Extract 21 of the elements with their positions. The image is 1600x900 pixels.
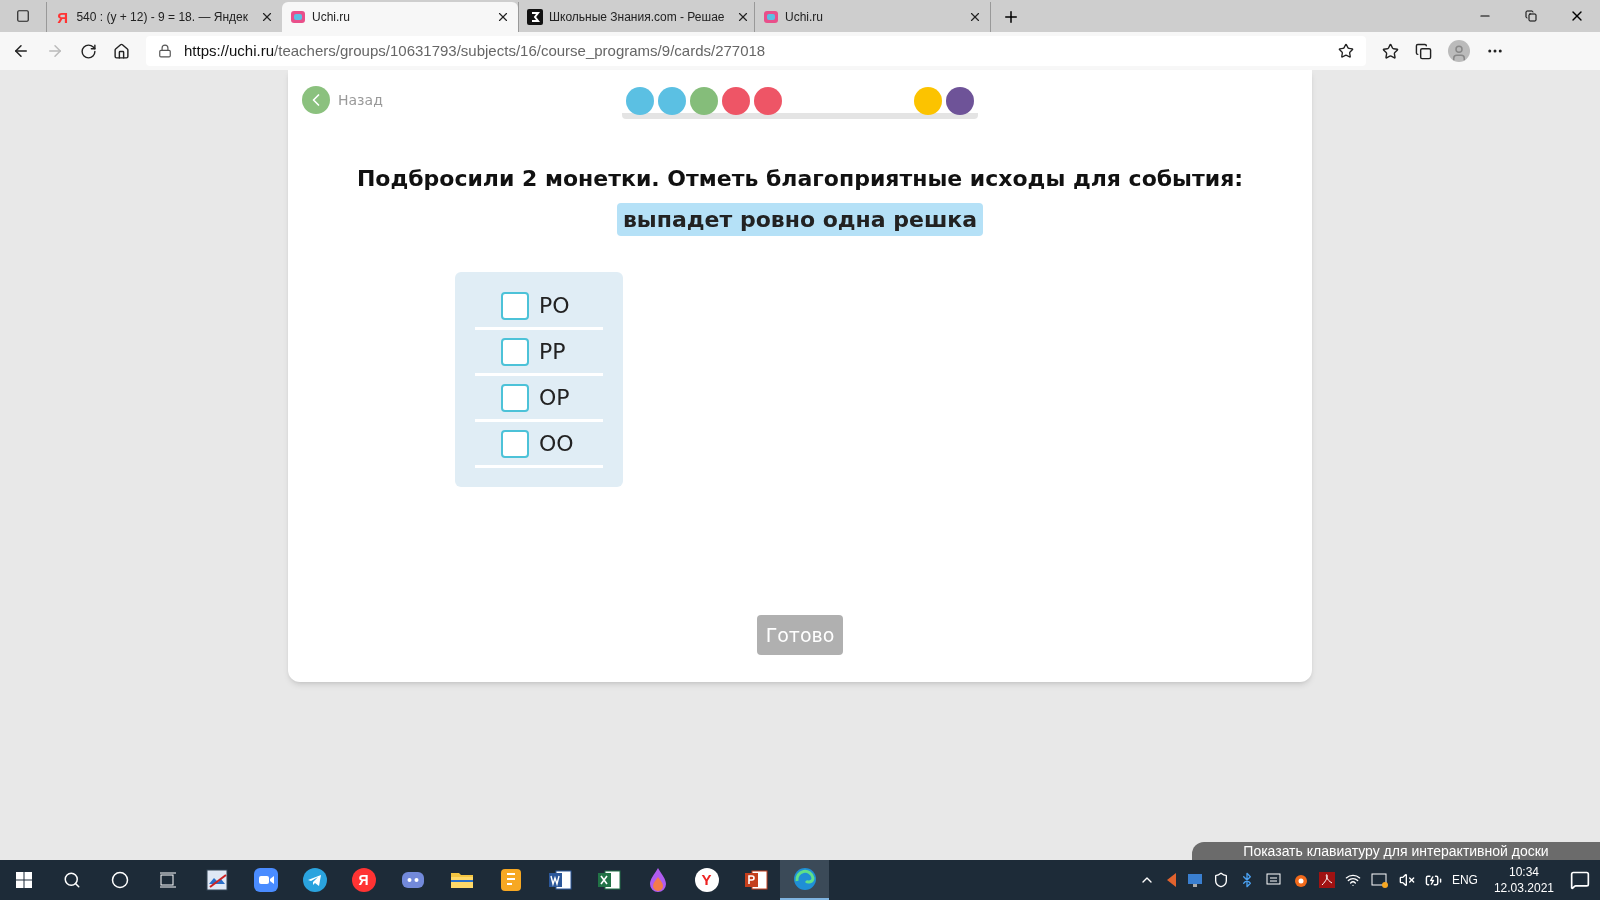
- tab-title: Школьные Знания.com - Решае: [549, 9, 725, 26]
- option-label: РО: [539, 292, 570, 320]
- keyboard-hint-tab[interactable]: Показать клавиатуру для интерактивной доски: [1192, 842, 1600, 860]
- language-indicator[interactable]: ENG: [1451, 871, 1478, 889]
- tab-title: 540 : (y + 12) - 9 = 18. — Яндек: [76, 9, 248, 26]
- taskbar-app[interactable]: Y: [682, 860, 731, 900]
- option-label: ОР: [539, 384, 570, 412]
- tab-title: Uchi.ru: [312, 9, 350, 26]
- option-label: ОО: [539, 430, 574, 458]
- event-highlight: выпадет ровно одна решка: [616, 203, 984, 236]
- y-browser-icon[interactable]: Y: [694, 868, 719, 892]
- option-label: РР: [539, 338, 566, 366]
- yandex-logo-icon: Я: [55, 9, 71, 25]
- clock[interactable]: 10:34 12.03.2021: [1487, 864, 1560, 896]
- question-text: Подбросили 2 монетки. Отметь благоприятные исходы для события:: [356, 165, 1244, 193]
- taskbar-app[interactable]: Я: [339, 860, 388, 900]
- yandex-app-icon[interactable]: Я: [351, 868, 376, 892]
- url-text: https://uchi.ru/teachers/groups/10631793/subjects/16/course_programs/9/cards/277018: [184, 40, 767, 61]
- address-bar[interactable]: https://uchi.ru/teachers/groups/10631793/subjects/16/course_programs/9/cards/277018: [146, 36, 1366, 66]
- tab-title: Uchi.ru: [785, 9, 823, 26]
- browser-tab[interactable]: Uchi.ru: [282, 2, 518, 32]
